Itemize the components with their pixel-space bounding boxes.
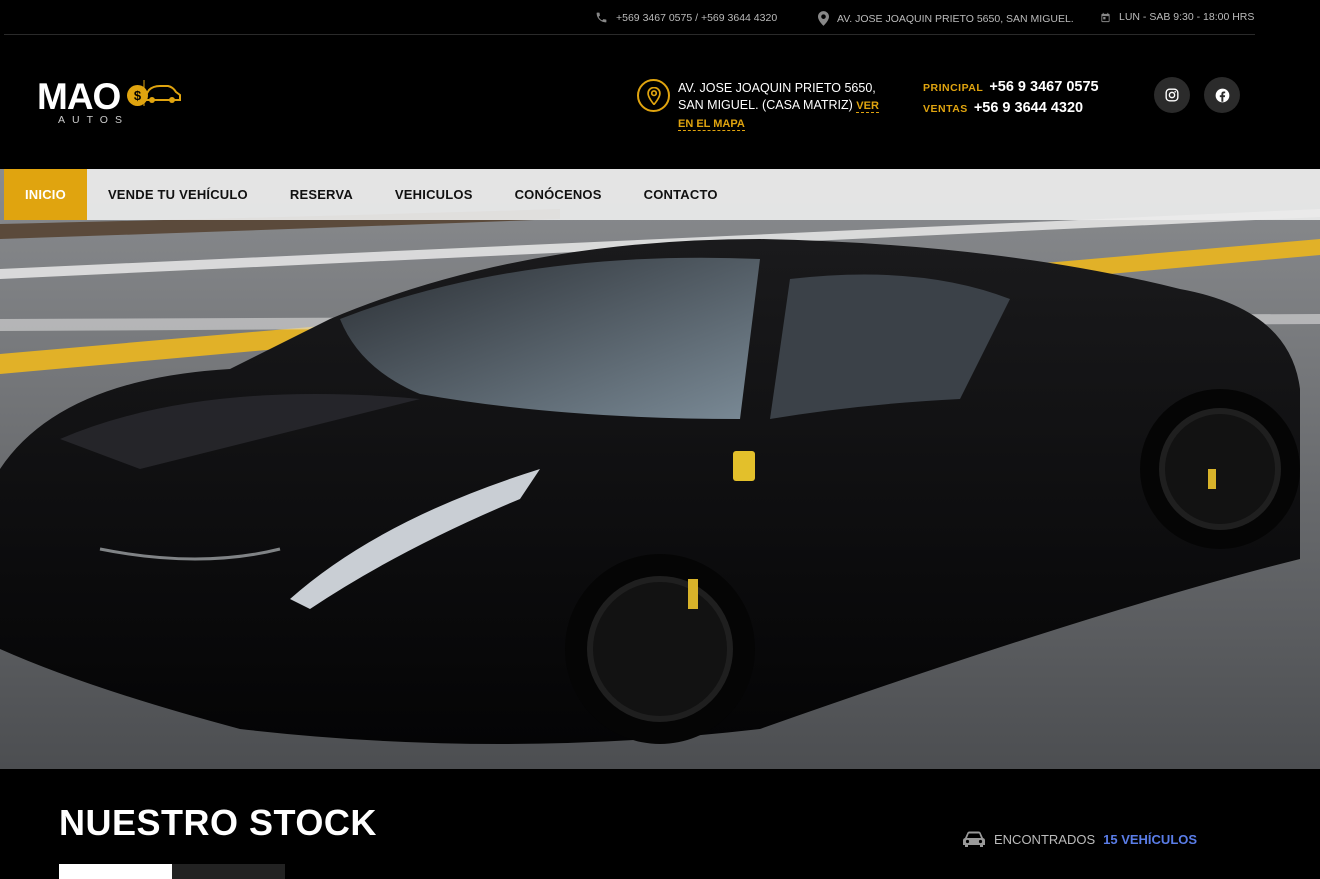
brand-sub: AUTOS <box>58 114 129 126</box>
stock-found: ENCONTRADOS 15 VEHÍCULOS <box>962 830 1197 848</box>
nav-reserva[interactable]: RESERVA <box>269 169 374 220</box>
top-hours: LUN - SAB 9:30 - 18:00 HRS <box>1100 11 1254 23</box>
top-phones-text: +569 3467 0575 / +569 3644 4320 <box>616 11 778 24</box>
phone-ventas[interactable]: +56 9 3644 4320 <box>974 100 1083 116</box>
facebook-button[interactable] <box>1204 77 1240 113</box>
hero-banner <box>0 169 1320 769</box>
location-pin-icon <box>637 79 670 112</box>
header-phones: PRINCIPAL +56 9 3467 0575 VENTAS +56 9 3… <box>923 79 1099 121</box>
instagram-icon <box>1165 88 1179 102</box>
nav-conocenos[interactable]: CONÓCENOS <box>494 169 623 220</box>
car-icon <box>963 831 985 847</box>
nav-contacto[interactable]: CONTACTO <box>623 169 739 220</box>
main-nav: INICIO VENDE TU VEHÍCULO RESERVA VEHICUL… <box>4 169 1320 220</box>
top-phones[interactable]: +569 3467 0575 / +569 3644 4320 <box>595 11 777 24</box>
phone-principal[interactable]: +56 9 3467 0575 <box>989 79 1098 95</box>
top-address[interactable]: AV. JOSE JOAQUIN PRIETO 5650, SAN MIGUEL… <box>818 11 1074 26</box>
stock-tab-2[interactable] <box>172 864 285 879</box>
top-address-text: AV. JOSE JOAQUIN PRIETO 5650, SAN MIGUEL… <box>837 12 1074 25</box>
phone-icon <box>596 12 607 23</box>
hero-image <box>0 169 1320 769</box>
phone-principal-label: PRINCIPAL <box>923 82 984 94</box>
top-hours-text: LUN - SAB 9:30 - 18:00 HRS <box>1119 11 1255 23</box>
nav-vehiculos[interactable]: VEHICULOS <box>374 169 494 220</box>
brand-name: MAO <box>37 76 121 117</box>
header-address-text: AV. JOSE JOAQUIN PRIETO 5650, SAN MIGUEL… <box>678 81 876 112</box>
top-info-bar: +569 3467 0575 / +569 3644 4320 AV. JOSE… <box>4 0 1255 35</box>
calendar-icon <box>1101 12 1110 22</box>
stock-tab-1[interactable] <box>59 864 172 879</box>
found-count: 15 VEHÍCULOS <box>1103 831 1198 847</box>
facebook-icon <box>1215 88 1229 102</box>
instagram-button[interactable] <box>1154 77 1190 113</box>
stock-title: NUESTRO STOCK <box>59 802 377 843</box>
brand-logo[interactable]: MAO $ AUTOS <box>36 68 186 130</box>
logo-car-icon <box>143 80 181 106</box>
map-pin-icon <box>818 11 829 26</box>
found-label: ENCONTRADOS <box>994 831 1096 847</box>
nav-inicio[interactable]: INICIO <box>4 169 87 220</box>
phone-ventas-label: VENTAS <box>923 103 968 115</box>
nav-vende-tu-vehiculo[interactable]: VENDE TU VEHÍCULO <box>87 169 269 220</box>
